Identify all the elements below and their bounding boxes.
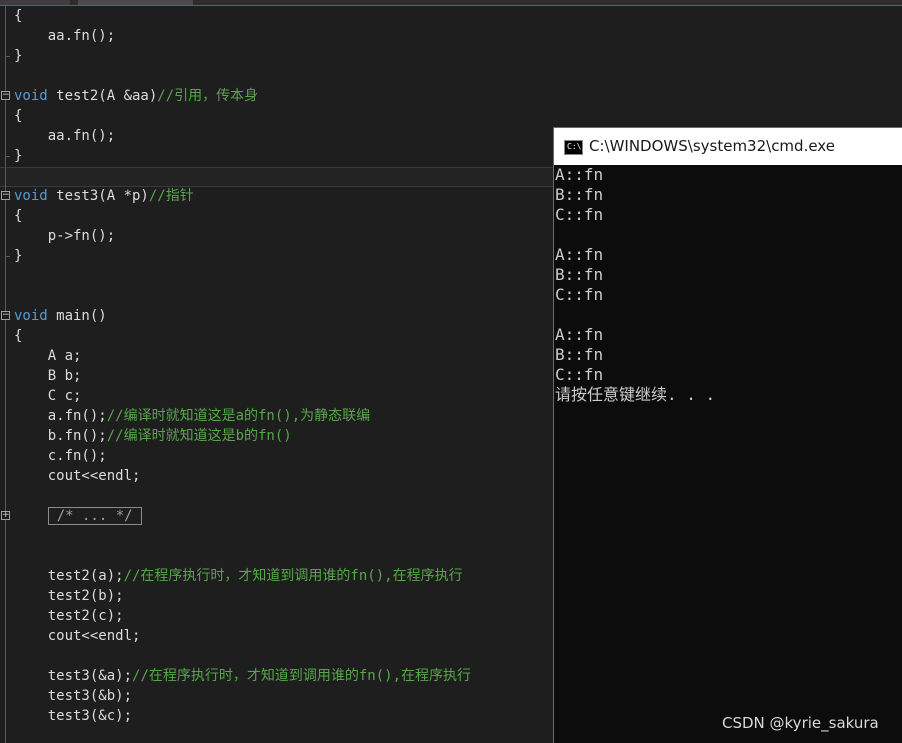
code-token: { [14, 208, 23, 224]
collapse-icon[interactable]: − [1, 311, 10, 320]
code-text: aa.fn(); [14, 126, 115, 146]
comment: //编译时就知道这是b的fn() [106, 428, 292, 444]
code-token: } [14, 48, 23, 64]
cmd-titlebar[interactable]: C:\. C:\WINDOWS\system32\cmd.exe [554, 128, 902, 165]
code-text: C c; [14, 386, 82, 406]
code-text: test3(&a);//在程序执行时，才知道到调用谁的fn(),在程序执行 [14, 666, 471, 686]
code-text: { [14, 6, 22, 26]
cmd-output-line: B::fn [555, 265, 604, 284]
code-text: { [14, 326, 22, 346]
code-text: test2(b); [14, 586, 124, 606]
code-token: test2(b); [14, 588, 124, 604]
cmd-icon: C:\. [564, 140, 587, 155]
cmd-output-line: B::fn [555, 345, 604, 364]
code-text: test2(a);//在程序执行时，才知道到调用谁的fn(),在程序执行 [14, 566, 463, 586]
code-text: cout<<endl; [14, 626, 141, 646]
comment: //指针 [148, 188, 194, 204]
code-token: test3(&a); [14, 668, 133, 684]
code-text: { [14, 206, 22, 226]
cmd-output-line: 请按任意键继续. . . [555, 385, 716, 404]
collapse-icon[interactable]: − [1, 191, 10, 200]
code-text: } [14, 146, 22, 166]
code-text: a.fn();//编译时就知道这是a的fn(),为静态联编 [14, 406, 370, 426]
code-text: test2(c); [14, 606, 124, 626]
editor-tab-strip [0, 0, 902, 6]
code-text: cout<<endl; [14, 466, 141, 486]
comment: //在程序执行时，才知道到调用谁的fn(),在程序执行 [123, 568, 463, 584]
keyword: void [14, 308, 48, 324]
csdn-watermark: CSDN @kyrie_sakura [722, 714, 879, 732]
code-text: void main() [14, 306, 107, 326]
code-token: { [14, 108, 23, 124]
code-token: cout<<endl; [14, 628, 141, 644]
expand-icon[interactable]: + [1, 511, 10, 520]
code-token: a.fn(); [14, 408, 107, 424]
comment: //在程序执行时，才知道到调用谁的fn(),在程序执行 [132, 668, 472, 684]
cmd-output-line: B::fn [555, 185, 604, 204]
code-token: p->fn(); [14, 228, 116, 244]
cmd-window[interactable]: C:\. C:\WINDOWS\system32\cmd.exe A::fn B:… [553, 127, 902, 743]
code-text: c.fn(); [14, 446, 107, 466]
code-token: test2(A &aa) [47, 88, 158, 104]
cmd-window-title: C:\WINDOWS\system32\cmd.exe [589, 137, 835, 155]
code-text: p->fn(); [14, 226, 115, 246]
comment: //引用，传本身 [157, 88, 259, 104]
code-token: c.fn(); [14, 448, 107, 464]
code-token: test2(c); [14, 608, 124, 624]
code-text: { [14, 106, 22, 126]
code-text: test3(&c); [14, 706, 132, 726]
tab-underline [0, 5, 902, 6]
code-token: test2(a); [14, 568, 124, 584]
cmd-icon-label: C:\. [567, 142, 587, 151]
cmd-output-line: A::fn [555, 325, 604, 344]
cmd-output-line: C::fn [555, 205, 604, 224]
code-token: aa.fn(); [14, 128, 116, 144]
code-text: } [14, 46, 22, 66]
code-token: C c; [14, 388, 82, 404]
code-text: A a; [14, 346, 82, 366]
code-token: main() [47, 308, 107, 324]
code-token: b.fn(); [14, 428, 107, 444]
code-text: void test2(A &aa)//引用，传本身 [14, 86, 258, 106]
code-token: cout<<endl; [14, 468, 141, 484]
outline-guide [5, 6, 6, 743]
code-text: b.fn();//编译时就知道这是b的fn() [14, 426, 292, 446]
code-token: aa.fn(); [14, 28, 116, 44]
code-token: } [14, 248, 23, 264]
cmd-output-line: A::fn [555, 165, 604, 184]
cmd-output-line: C::fn [555, 285, 604, 304]
code-token: A a; [14, 348, 82, 364]
cmd-output-line: A::fn [555, 245, 604, 264]
code-text: void test3(A *p)//指针 [14, 186, 194, 206]
current-line-highlight [0, 167, 555, 187]
outline-guide-end [5, 256, 10, 257]
code-token: test3(&b); [14, 688, 133, 704]
keyword: void [14, 188, 48, 204]
outline-guide-end [5, 156, 10, 157]
code-token: test3(A *p) [47, 188, 149, 204]
code-token: } [14, 148, 23, 164]
outline-guide-end [5, 56, 10, 57]
code-text: B b; [14, 366, 82, 386]
cmd-output-line: C::fn [555, 365, 604, 384]
collapsed-region[interactable]: /* ... */ [47, 507, 142, 525]
code-text: } [14, 246, 22, 266]
code-token: B b; [14, 368, 82, 384]
collapse-icon[interactable]: − [1, 91, 10, 100]
code-text: aa.fn(); [14, 26, 115, 46]
code-text: test3(&b); [14, 686, 132, 706]
code-text: /* ... */ [14, 506, 142, 526]
comment: //编译时就知道这是a的fn(),为静态联编 [106, 408, 371, 424]
code-token: { [14, 328, 23, 344]
code-token: { [14, 8, 23, 24]
code-token: test3(&c); [14, 708, 133, 724]
keyword: void [14, 88, 48, 104]
